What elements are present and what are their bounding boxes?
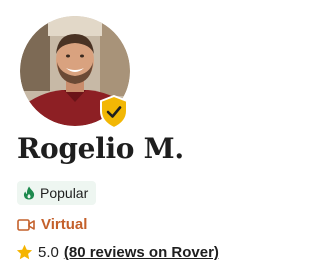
popular-label: Popular <box>40 185 89 201</box>
flame-icon <box>23 186 35 200</box>
rating-score: 5.0 <box>38 244 59 261</box>
shield-check-icon <box>100 95 128 129</box>
star-icon <box>16 244 33 260</box>
profile-name: Rogelio M. <box>17 132 184 165</box>
virtual-tag: Virtual <box>17 216 87 233</box>
reviews-link[interactable]: (80 reviews on Rover) <box>64 244 219 261</box>
rating-row: 5.0 (80 reviews on Rover) <box>16 244 219 261</box>
popular-badge: Popular <box>17 181 97 205</box>
video-camera-icon <box>17 218 35 231</box>
virtual-label: Virtual <box>41 216 88 233</box>
avatar-container[interactable] <box>20 16 130 129</box>
